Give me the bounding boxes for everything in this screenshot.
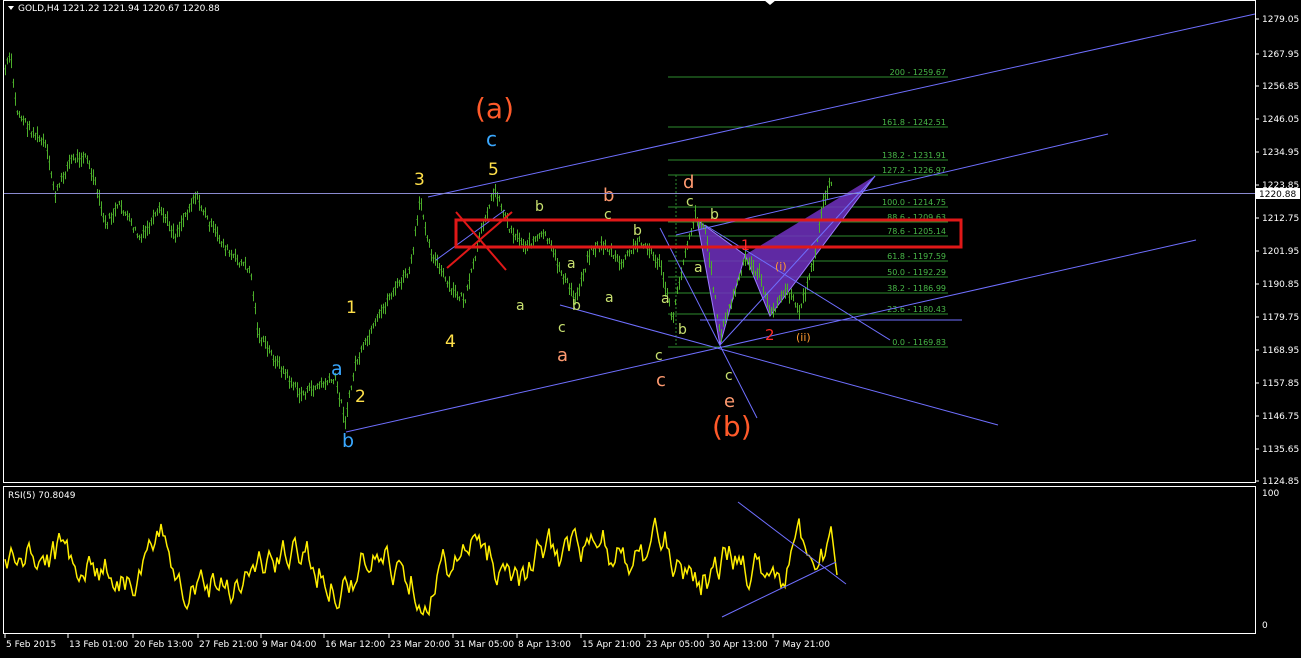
chart-menu-icon[interactable] (8, 6, 14, 10)
wave-label: b (342, 430, 354, 452)
time-label: 5 Feb 2015 (6, 640, 56, 650)
wave-label: b (603, 185, 614, 206)
rsi-level-label: 100 (1262, 489, 1279, 499)
wave-label: (ii) (796, 331, 811, 344)
price-label: 1234.95 (1262, 148, 1299, 158)
wave-label: a (605, 290, 614, 306)
symbol-ohlc-text: GOLD,H4 1221.22 1221.94 1220.67 1220.88 (18, 4, 220, 14)
time-axis: 5 Feb 2015 13 Feb 01:00 20 Feb 13:00 27 Feb… (4, 634, 830, 650)
wave-label: c (725, 368, 733, 384)
time-label: 7 May 21:00 (774, 640, 830, 650)
price-label: 1246.05 (1262, 115, 1299, 125)
price-label: 1267.95 (1262, 50, 1299, 60)
price-label: 1124.85 (1262, 477, 1299, 487)
price-label: 1146.75 (1262, 412, 1299, 422)
trendline (427, 13, 1256, 198)
wave-label: 3 (414, 170, 425, 190)
wave-label: 1 (346, 298, 357, 318)
time-label: 27 Feb 21:00 (199, 640, 258, 650)
fib-level-label: 61.8 - 1197.59 (887, 252, 946, 261)
rsi-indicator-text: RSI(5) 70.8049 (8, 491, 76, 501)
rsi-axis: 100 0 (1262, 489, 1279, 631)
fib-level-label: 0.0 - 1169.83 (892, 338, 946, 347)
price-candles (4, 52, 832, 430)
price-label: 1256.85 (1262, 82, 1299, 92)
fib-level-label: 50.0 - 1192.29 (887, 268, 946, 277)
time-label: 30 Apr 13:00 (709, 640, 768, 650)
rsi-level-label: 0 (1262, 621, 1268, 631)
current-price-label: 1220.88 (1259, 190, 1296, 200)
trendline (559, 304, 999, 426)
wave-label: e (724, 391, 735, 412)
wave-label: a (694, 260, 703, 276)
wave-label: b (710, 207, 719, 223)
trading-chart-window: GOLD,H4 1221.22 1221.94 1220.67 1220.88 … (3, 0, 1300, 650)
wave-label: 1 (741, 238, 750, 254)
wave-label: 2 (355, 387, 366, 407)
time-label: 8 Apr 13:00 (518, 640, 571, 650)
fib-level-label: 38.2 - 1186.99 (887, 284, 946, 293)
wave-label: c (655, 348, 663, 364)
wave-label: 5 (488, 160, 499, 180)
wave-label: a (557, 345, 568, 366)
trendline (435, 209, 506, 261)
time-label: 20 Feb 13:00 (134, 640, 193, 650)
price-axis: 1279.051267.951256.851246.051234.951223.… (1255, 15, 1299, 487)
wave-label: a (331, 358, 343, 380)
rsi-trendline (721, 561, 837, 618)
time-label: 31 Mar 05:00 (454, 640, 514, 650)
price-label: 1190.85 (1262, 280, 1299, 290)
wave-label: c (656, 370, 666, 391)
wave-label: b (572, 298, 581, 314)
wave-label: b (633, 223, 642, 239)
rsi-trendline (737, 501, 847, 585)
wave-label: b (535, 199, 544, 215)
price-panel-frame (3, 0, 1256, 483)
time-label: 9 Mar 04:00 (262, 640, 317, 650)
time-label: 23 Mar 20:00 (390, 640, 450, 650)
wave-label: c (558, 320, 566, 336)
rsi-line-path (4, 517, 838, 617)
wave-label: a (567, 256, 576, 272)
wave-label: b (678, 322, 687, 338)
current-price-tag: 1220.88 (4, 188, 1300, 200)
wave-label: a (661, 291, 670, 307)
time-label: 23 Apr 05:00 (646, 640, 705, 650)
wave-label: c (486, 127, 497, 151)
wave-label: c (604, 207, 612, 223)
wave-label: 2 (765, 326, 775, 344)
time-label: 15 Apr 21:00 (582, 640, 641, 650)
fib-level-label: 200 - 1259.67 (890, 68, 946, 77)
wave-label: (i) (775, 260, 787, 273)
price-label: 1135.65 (1262, 445, 1299, 455)
price-label: 1201.95 (1262, 247, 1299, 257)
fib-level-label: 138.2 - 1231.91 (882, 151, 946, 160)
wave-label: 4 (445, 332, 456, 352)
rsi-line (4, 501, 847, 618)
price-label: 1168.95 (1262, 346, 1299, 356)
fib-level-label: 100.0 - 1214.75 (882, 198, 946, 207)
time-label: 16 Mar 12:00 (325, 640, 385, 650)
fib-level-label: 23.6 - 1180.43 (887, 305, 946, 314)
wave-label: (a) (475, 92, 514, 125)
wave-label: d (683, 172, 694, 193)
fib-level-label: 161.8 - 1242.51 (882, 118, 946, 127)
scroll-marker-icon (764, 0, 776, 5)
wave-label: c (686, 194, 694, 210)
price-label: 1212.75 (1262, 214, 1299, 224)
rsi-panel-frame (3, 486, 1256, 634)
price-label: 1279.05 (1262, 15, 1299, 25)
price-label: 1157.85 (1262, 379, 1299, 389)
fib-level-label: 78.6 - 1205.14 (887, 227, 946, 236)
wave-label: a (516, 298, 525, 314)
price-label: 1179.75 (1262, 313, 1299, 323)
wave-label: (b) (712, 410, 752, 443)
time-label: 13 Feb 01:00 (69, 640, 128, 650)
